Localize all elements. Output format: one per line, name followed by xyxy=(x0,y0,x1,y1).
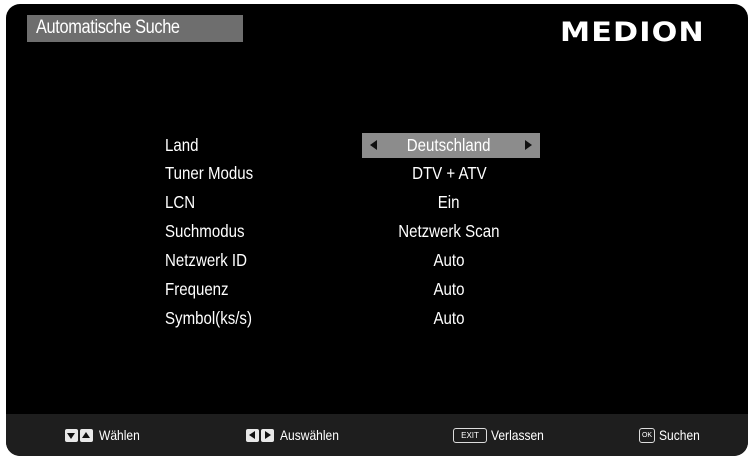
setting-label: LCN xyxy=(165,192,196,212)
hint-choose[interactable]: Auswählen xyxy=(246,424,349,446)
setting-row-frequenz[interactable]: Frequenz Auto xyxy=(6,277,748,305)
setting-value: DTV + ATV xyxy=(411,163,487,183)
setting-row-lcn[interactable]: LCN Ein xyxy=(6,190,748,218)
hint-search[interactable]: OK Suchen xyxy=(639,424,706,446)
left-key-icon xyxy=(246,428,259,442)
setting-row-symbol[interactable]: Symbol(ks/s) Auto xyxy=(6,306,748,334)
hint-label: Suchen xyxy=(659,427,700,443)
setting-value: Auto xyxy=(433,250,465,270)
setting-label: Netzwerk ID xyxy=(165,250,247,270)
tv-screen: Automatische Suche MEDION Land Deutschla… xyxy=(6,4,748,456)
setting-row-tuner-modus[interactable]: Tuner Modus DTV + ATV xyxy=(6,161,748,189)
hint-label: Auswählen xyxy=(280,427,339,443)
setting-label: Symbol(ks/s) xyxy=(165,308,252,328)
exit-key-icon: EXIT xyxy=(453,427,487,443)
hint-label: Verlassen xyxy=(491,427,544,443)
setting-value: Netzwerk Scan xyxy=(398,221,500,241)
setting-label: Frequenz xyxy=(165,279,229,299)
right-key-icon xyxy=(261,428,274,442)
down-key-icon xyxy=(65,428,78,442)
hint-exit[interactable]: EXIT Verlassen xyxy=(453,424,552,446)
setting-value: Deutschland xyxy=(407,135,491,155)
setting-value: Ein xyxy=(438,192,460,212)
brand-logo: MEDION xyxy=(560,17,705,48)
setting-label: Tuner Modus xyxy=(165,163,254,183)
ok-key-icon: OK xyxy=(639,427,655,443)
up-key-icon xyxy=(80,428,93,442)
setting-value: Auto xyxy=(433,279,465,299)
footer-bar: Wählen Auswählen EXIT Verlassen OK Suche… xyxy=(6,414,748,456)
hint-select[interactable]: Wählen xyxy=(65,424,146,446)
setting-row-land[interactable]: Land Deutschland xyxy=(6,133,748,161)
setting-row-netzwerk-id[interactable]: Netzwerk ID Auto xyxy=(6,248,748,276)
setting-value: Auto xyxy=(433,308,465,328)
hint-label: Wählen xyxy=(99,427,140,443)
setting-label: Suchmodus xyxy=(165,221,245,241)
setting-row-suchmodus[interactable]: Suchmodus Netzwerk Scan xyxy=(6,219,748,247)
page-title: Automatische Suche xyxy=(36,17,180,38)
setting-label: Land xyxy=(165,135,199,155)
tv-frame: Automatische Suche MEDION Land Deutschla… xyxy=(0,0,754,462)
